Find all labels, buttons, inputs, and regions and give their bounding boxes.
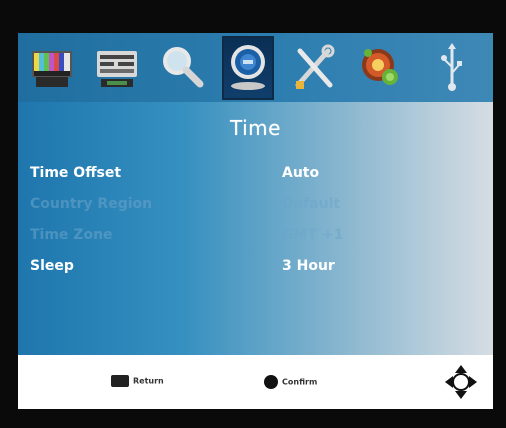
setup-tools-icon[interactable] [290, 39, 338, 95]
settings-panel: Time Time Offset Auto Country Region Def… [18, 102, 493, 355]
menu-item-value: Auto [282, 165, 320, 181]
menu-key-icon [111, 375, 129, 387]
parental-lock-icon[interactable] [356, 39, 404, 95]
return-hint: Return [111, 375, 164, 387]
menu-item-label: Sleep [30, 258, 74, 274]
footer-hint-bar: Return Confirm [18, 355, 493, 409]
menu-icon-bar [18, 33, 493, 102]
confirm-hint: Confirm [264, 375, 317, 389]
search-icon[interactable] [158, 39, 206, 95]
tv-menu-screen: Time Time Offset Auto Country Region Def… [18, 33, 493, 409]
usb-icon[interactable] [428, 39, 476, 95]
menu-item-sleep[interactable]: Sleep 3 Hour [30, 258, 480, 280]
menu-item-time-offset[interactable]: Time Offset Auto [30, 165, 480, 187]
return-label: Return [133, 376, 164, 386]
picture-icon[interactable] [28, 39, 76, 95]
menu-item-label: Time Zone [30, 227, 113, 243]
page-title: Time [230, 116, 281, 140]
menu-item-value: GMT +1 [282, 227, 344, 243]
dpad-icon [443, 363, 479, 401]
ok-key-icon [264, 375, 278, 389]
sound-icon[interactable] [93, 39, 141, 95]
time-icon[interactable] [222, 36, 274, 100]
menu-item-time-zone: Time Zone GMT +1 [30, 227, 480, 249]
menu-item-label: Time Offset [30, 165, 122, 181]
confirm-label: Confirm [282, 377, 318, 387]
menu-item-label: Country Region [30, 196, 153, 212]
menu-item-value: Default [282, 196, 341, 212]
menu-item-value: 3 Hour [282, 258, 335, 274]
menu-item-country-region: Country Region Default [30, 196, 480, 218]
